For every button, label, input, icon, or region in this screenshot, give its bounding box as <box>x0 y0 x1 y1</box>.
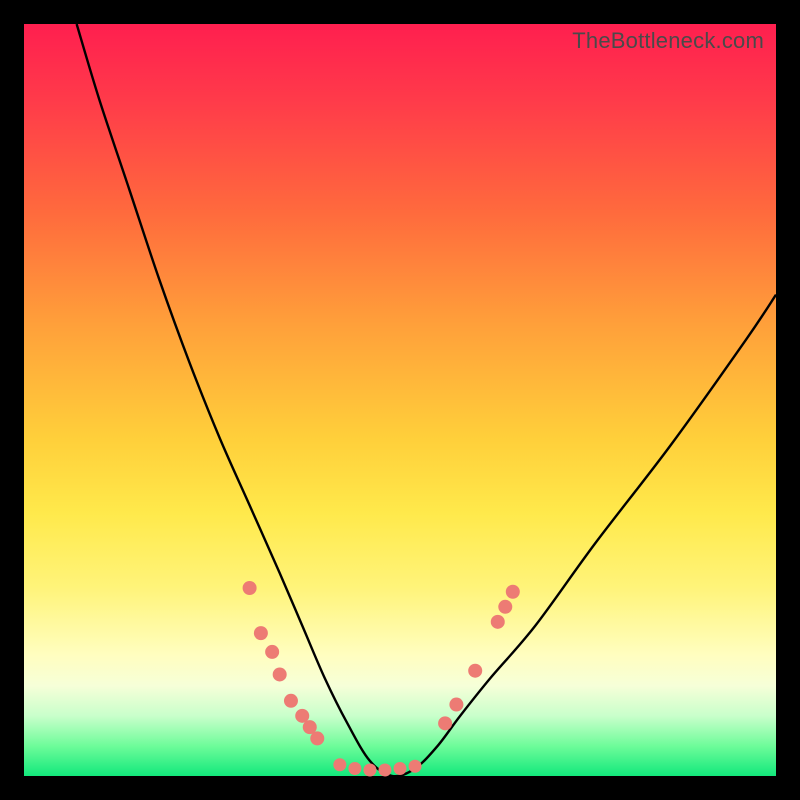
curve-marker <box>333 758 346 771</box>
curve-markers <box>243 581 520 776</box>
curve-marker <box>348 762 361 775</box>
curve-marker <box>394 762 407 775</box>
curve-marker <box>254 626 268 640</box>
curve-marker <box>273 667 287 681</box>
curve-marker <box>310 731 324 745</box>
curve-marker <box>243 581 257 595</box>
curve-layer <box>24 24 776 776</box>
curve-marker <box>378 763 391 776</box>
curve-marker <box>449 698 463 712</box>
curve-marker <box>265 645 279 659</box>
curve-marker <box>409 760 422 773</box>
curve-marker <box>438 716 452 730</box>
plot-area: TheBottleneck.com <box>24 24 776 776</box>
bottleneck-curve <box>77 24 776 776</box>
curve-marker <box>506 585 520 599</box>
chart-frame: TheBottleneck.com <box>0 0 800 800</box>
curve-marker <box>468 664 482 678</box>
curve-marker <box>363 763 376 776</box>
curve-marker <box>491 615 505 629</box>
curve-marker <box>498 600 512 614</box>
curve-marker <box>284 694 298 708</box>
